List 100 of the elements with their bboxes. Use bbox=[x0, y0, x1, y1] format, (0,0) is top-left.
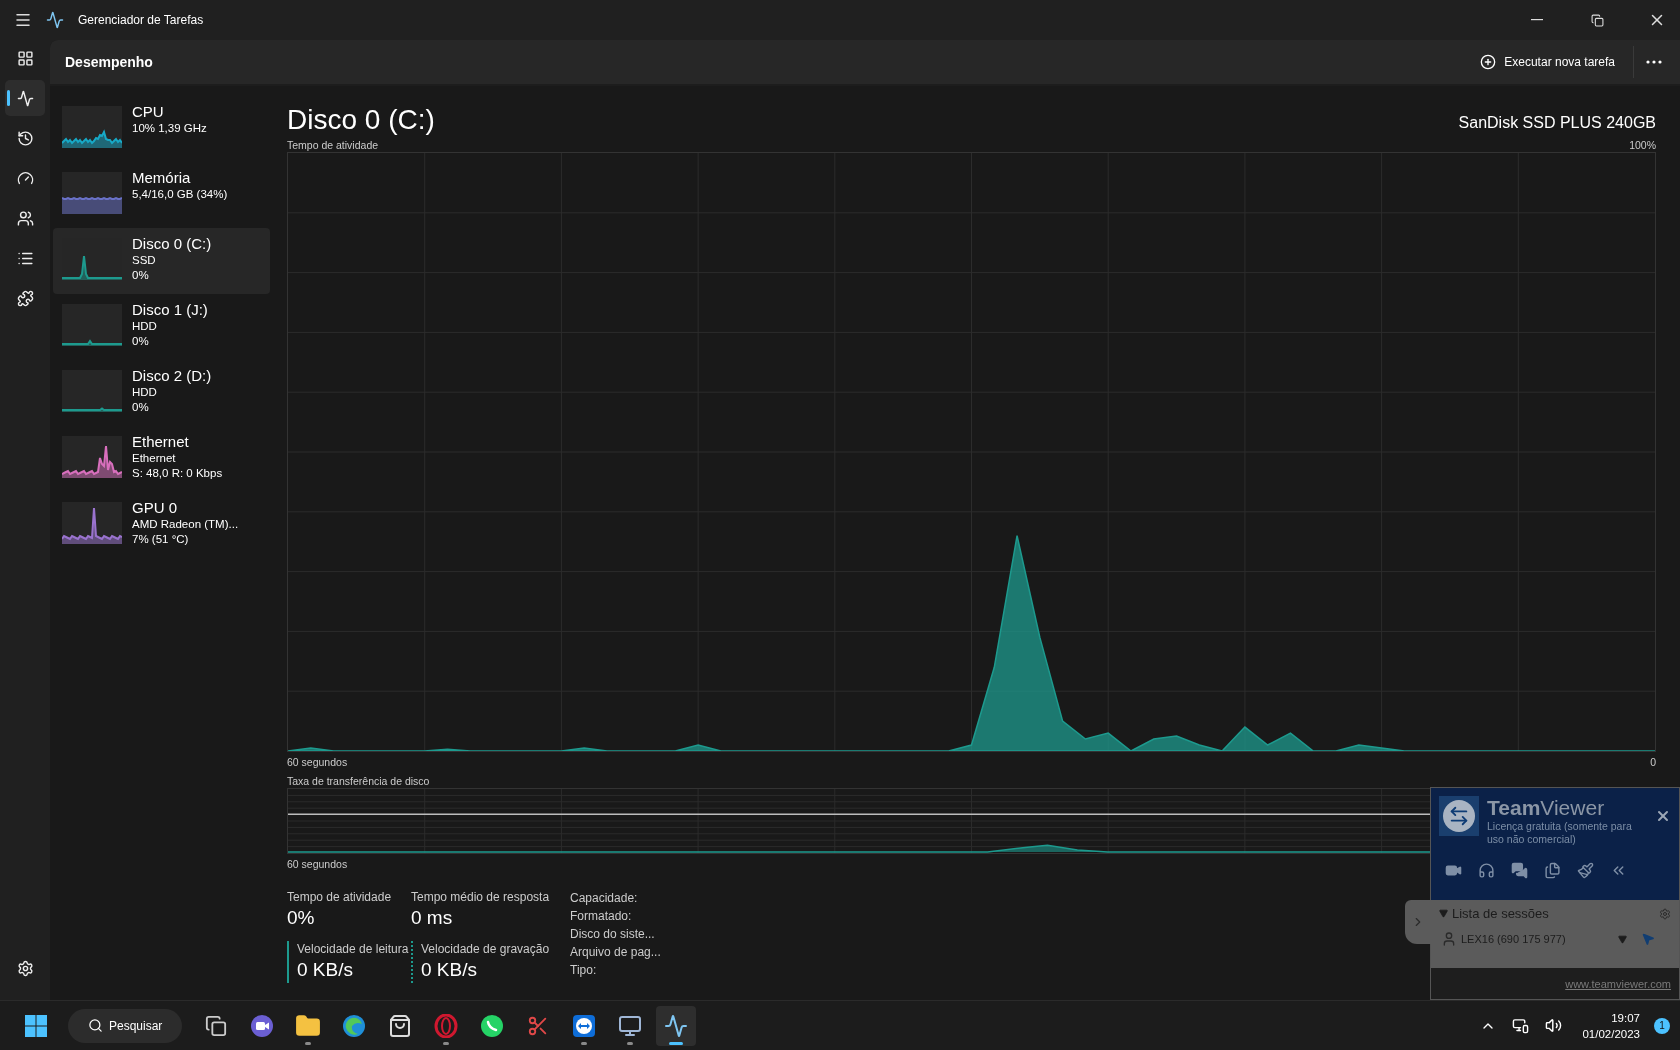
axis-max-label: 100% bbox=[1629, 138, 1656, 152]
startup-icon bbox=[16, 169, 34, 187]
stat-value: 0 KB/s bbox=[421, 958, 478, 982]
usage-graph bbox=[62, 106, 122, 148]
logo-icon bbox=[1439, 796, 1479, 836]
computer-icon bbox=[618, 1013, 642, 1038]
sidebar-item[interactable]: Memória 5,4/16,0 GB (34%) bbox=[53, 162, 270, 228]
notification-badge[interactable]: 1 bbox=[1654, 1017, 1670, 1034]
network-icon[interactable] bbox=[1512, 1017, 1530, 1034]
sidebar-item[interactable]: Disco 1 (J:) HDD 0% bbox=[53, 294, 270, 360]
device-detail: 7% (51 °C) bbox=[132, 532, 190, 547]
menu-icon[interactable] bbox=[14, 11, 32, 29]
device-name: CPU bbox=[132, 102, 165, 121]
usage-graph bbox=[62, 304, 122, 346]
caret-icon[interactable] bbox=[1618, 934, 1627, 944]
folder-icon bbox=[295, 1012, 321, 1039]
expand-tab[interactable] bbox=[1405, 900, 1431, 944]
clock-time: 19:07 bbox=[1611, 1010, 1640, 1026]
device-name: Disco 0 (C:) bbox=[132, 234, 212, 253]
users-icon bbox=[16, 209, 34, 227]
stat-label: Tempo médio de resposta bbox=[411, 889, 551, 905]
run-new-task-button[interactable]: Executar nova tarefa bbox=[1470, 48, 1625, 76]
chart-title: Tempo de atividade bbox=[287, 138, 379, 152]
video-chat-icon bbox=[250, 1013, 274, 1038]
history-icon bbox=[16, 129, 34, 147]
device-detail: S: 48,0 R: 0 Kbps bbox=[132, 466, 223, 481]
time-span-label: 60 segundos bbox=[287, 857, 348, 871]
time-span-label: 60 segundos bbox=[287, 755, 348, 769]
minimize-icon bbox=[1531, 19, 1543, 21]
stat-label: Tempo de atividade bbox=[287, 889, 393, 905]
device-detail: 10% 1,39 GHz bbox=[132, 121, 207, 136]
device-name: Disco 2 (D:) bbox=[132, 366, 212, 385]
device-detail: 5,4/16,0 GB (34%) bbox=[132, 187, 228, 202]
website-link[interactable]: www.teamviewer.com bbox=[1565, 977, 1671, 990]
stat-label: Velocidade de gravação bbox=[421, 941, 551, 957]
headset-icon[interactable] bbox=[1478, 862, 1495, 879]
close-icon bbox=[1655, 808, 1671, 824]
usage-graph bbox=[62, 436, 122, 478]
sidebar-item[interactable]: GPU 0 AMD Radeon (TM)... 7% (51 °C) bbox=[53, 492, 270, 558]
user-icon bbox=[1441, 931, 1457, 947]
device-detail: Ethernet bbox=[132, 451, 177, 466]
stat-value: 0% bbox=[287, 906, 316, 930]
chat-icon[interactable] bbox=[1511, 862, 1528, 879]
volume-icon[interactable] bbox=[1545, 1017, 1563, 1034]
stat-label: Velocidade de leitura bbox=[297, 941, 410, 957]
store-bag-icon bbox=[388, 1013, 412, 1038]
expand-caret-icon[interactable] bbox=[1439, 909, 1448, 918]
settings-icon bbox=[16, 959, 34, 977]
chat-bubble-icon bbox=[480, 1013, 504, 1038]
sidebar-item[interactable]: Ethernet Ethernet S: 48,0 R: 0 Kbps bbox=[53, 426, 270, 492]
device-detail: SSD bbox=[132, 253, 157, 268]
windows-logo-icon bbox=[24, 1013, 48, 1038]
browser-icon bbox=[342, 1013, 366, 1038]
disk-title: Disco 0 (C:) bbox=[287, 104, 435, 136]
services-icon bbox=[16, 289, 34, 307]
license-note: Licença gratuita (somente para uso não comercial) bbox=[1487, 820, 1633, 846]
panel-title: TeamViewer bbox=[1487, 796, 1606, 820]
device-detail: 0% bbox=[132, 268, 150, 283]
device-detail: 0% bbox=[132, 400, 150, 415]
app-icon bbox=[46, 11, 64, 29]
search-field[interactable]: Pesquisar bbox=[68, 1008, 182, 1043]
ring-icon bbox=[434, 1013, 458, 1038]
device-name: Memória bbox=[132, 168, 192, 187]
usage-graph bbox=[62, 502, 122, 544]
property-label: Tipo: bbox=[570, 962, 598, 979]
property-label: Capacidade: bbox=[570, 890, 639, 907]
add-task-icon bbox=[1480, 54, 1497, 70]
property-label: Formatado: bbox=[570, 908, 633, 925]
page-title: Desempenho bbox=[65, 54, 154, 70]
stat-value: 0 KB/s bbox=[297, 958, 354, 982]
close-button[interactable] bbox=[1655, 808, 1671, 824]
search-icon bbox=[88, 1018, 103, 1033]
taskbar-app[interactable] bbox=[656, 1005, 696, 1046]
nav-tab[interactable] bbox=[5, 80, 45, 116]
chart-title: Taxa de transferência de disco bbox=[287, 774, 430, 788]
device-name: GPU 0 bbox=[132, 498, 178, 517]
clock-date: 01/02/2023 bbox=[1582, 1026, 1640, 1042]
scissors-icon bbox=[527, 1014, 549, 1037]
sidebar-item[interactable]: Disco 0 (C:) SSD 0% bbox=[53, 228, 270, 294]
task-view-icon bbox=[205, 1014, 227, 1037]
sidebar-item[interactable]: Disco 2 (D:) HDD 0% bbox=[53, 360, 270, 426]
processes-icon bbox=[16, 49, 34, 67]
device-detail: 0% bbox=[132, 334, 150, 349]
axis-min-label: 0 bbox=[1650, 755, 1656, 769]
property-label: Arquivo de pag... bbox=[570, 944, 661, 961]
stat-value: 0 ms bbox=[411, 906, 454, 930]
usage-graph bbox=[62, 172, 122, 214]
device-detail: AMD Radeon (TM)... bbox=[132, 517, 239, 532]
device-name: Disco 1 (J:) bbox=[132, 300, 208, 319]
section-title: Lista de sessões bbox=[1452, 906, 1550, 921]
window-title: Gerenciador de Tarefas bbox=[78, 13, 205, 27]
activity-graph-icon bbox=[664, 1013, 688, 1038]
files-icon[interactable] bbox=[1544, 862, 1561, 879]
device-detail: HDD bbox=[132, 385, 158, 400]
restore-icon bbox=[1590, 13, 1604, 27]
disk-model: SanDisk SSD PLUS 240GB bbox=[1458, 114, 1656, 132]
brush-icon[interactable] bbox=[1577, 862, 1594, 879]
performance-icon bbox=[16, 89, 34, 107]
sidebar-item[interactable]: CPU 10% 1,39 GHz bbox=[53, 96, 270, 162]
device-name: Ethernet bbox=[132, 432, 190, 451]
